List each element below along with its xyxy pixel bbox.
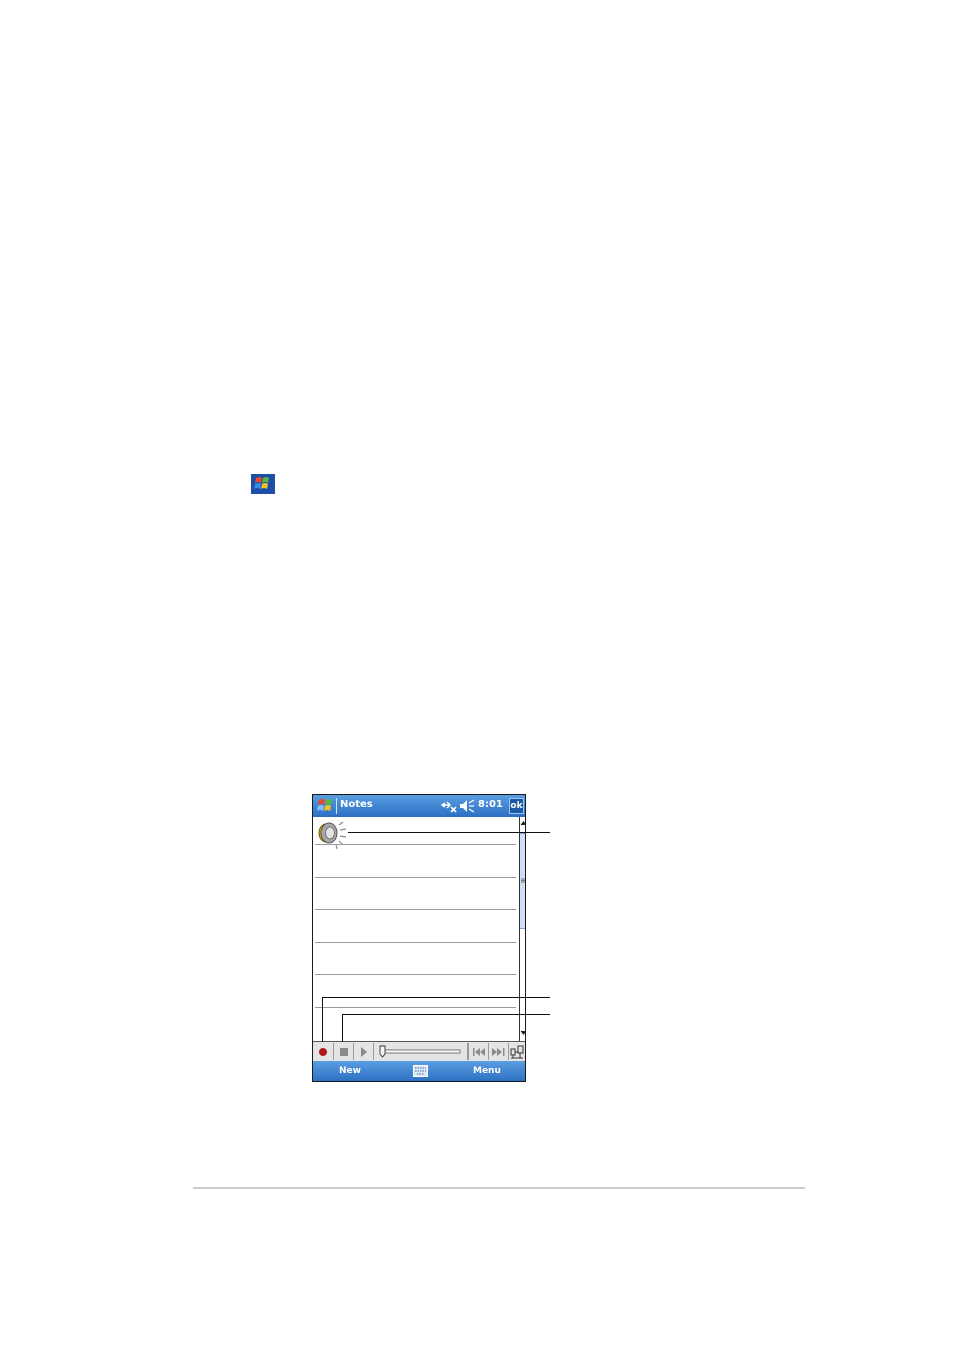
skip-back-icon bbox=[473, 1048, 485, 1056]
record-icon bbox=[319, 1048, 327, 1056]
next-button[interactable] bbox=[489, 1043, 509, 1060]
skip-forward-icon bbox=[492, 1048, 505, 1056]
play-icon bbox=[361, 1047, 367, 1057]
scrollbar-thumb[interactable] bbox=[520, 833, 525, 929]
stop-button[interactable] bbox=[334, 1043, 354, 1060]
callout-line-recording bbox=[348, 832, 550, 833]
title-separator bbox=[336, 798, 337, 814]
vertical-scrollbar[interactable] bbox=[519, 817, 526, 1041]
note-line bbox=[315, 877, 516, 878]
note-line bbox=[315, 974, 516, 975]
note-writing-area[interactable] bbox=[313, 817, 519, 1041]
footer-divider bbox=[193, 1187, 805, 1189]
volume-slider[interactable] bbox=[374, 1043, 468, 1060]
callout-line-record bbox=[322, 997, 550, 998]
windows-start-icon bbox=[251, 474, 275, 494]
start-menu-icon[interactable] bbox=[316, 797, 334, 814]
speaker-muted-icon[interactable] bbox=[459, 799, 475, 813]
network-icon bbox=[510, 1045, 524, 1059]
scroll-up-arrow-icon[interactable] bbox=[520, 819, 526, 827]
title-bar: Notes 8:01 ok bbox=[313, 795, 525, 817]
callout-leader-record bbox=[322, 997, 323, 1042]
app-title: Notes bbox=[340, 799, 373, 810]
note-line bbox=[315, 844, 516, 845]
note-line bbox=[315, 942, 516, 943]
menu-bar: New Menu bbox=[313, 1061, 525, 1081]
note-line bbox=[315, 909, 516, 910]
record-button[interactable] bbox=[313, 1043, 334, 1060]
note-line bbox=[315, 1007, 516, 1008]
pocket-pc-screen: Notes 8:01 ok New Menu bbox=[312, 794, 526, 1082]
keyboard-icon[interactable] bbox=[413, 1065, 428, 1077]
voice-recording-speaker-icon[interactable] bbox=[315, 819, 349, 851]
slider-track-icon bbox=[379, 1045, 461, 1058]
clock-time[interactable]: 8:01 bbox=[478, 799, 503, 810]
stop-icon bbox=[340, 1048, 348, 1056]
connectivity-icon[interactable] bbox=[441, 799, 457, 813]
ok-button[interactable]: ok bbox=[509, 798, 524, 814]
play-button[interactable] bbox=[354, 1043, 374, 1060]
scroll-grip-icon bbox=[521, 878, 525, 883]
previous-button[interactable] bbox=[468, 1043, 489, 1060]
scroll-down-arrow-icon[interactable] bbox=[520, 1029, 526, 1037]
callout-line-toolbar bbox=[342, 1014, 550, 1015]
network-button[interactable] bbox=[509, 1043, 525, 1060]
menu-button[interactable]: Menu bbox=[473, 1066, 501, 1076]
recording-toolbar bbox=[313, 1041, 525, 1061]
new-menu-button[interactable]: New bbox=[339, 1066, 361, 1076]
callout-leader-toolbar bbox=[342, 1014, 343, 1042]
